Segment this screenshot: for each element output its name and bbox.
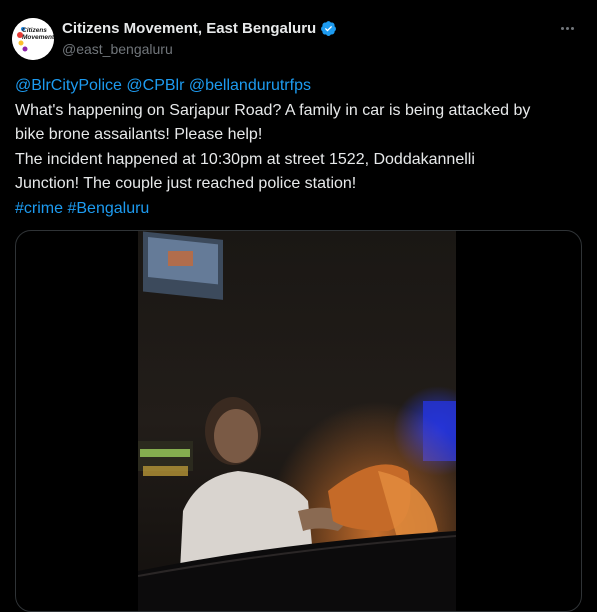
- text-line: bike brone assailants! Please help!: [15, 126, 263, 143]
- tweet-header: Citizens Movement Citizens Movement, Eas…: [12, 14, 587, 64]
- mention-link[interactable]: @CPBlr: [126, 77, 184, 94]
- name-row: Citizens Movement, East Bengaluru: [62, 20, 337, 37]
- text-line: The incident happened at 10:30pm at stre…: [15, 150, 475, 168]
- tweet-text: @BlrCityPolice @CPBlr @bellandurutrfps W…: [15, 74, 590, 221]
- avatar[interactable]: Citizens Movement: [12, 18, 54, 60]
- media-container[interactable]: [15, 230, 582, 612]
- display-name[interactable]: Citizens Movement, East Bengaluru: [62, 20, 316, 37]
- mention-link[interactable]: @bellandurutrfps: [189, 77, 311, 94]
- tweet-card: Citizens Movement Citizens Movement, Eas…: [0, 0, 597, 612]
- video-thumbnail[interactable]: [138, 231, 456, 611]
- avatar-text: Citizens Movement: [22, 27, 54, 41]
- video-scene-image: [138, 231, 456, 611]
- hashtags-line: #crime #Bengaluru: [15, 197, 590, 222]
- verified-badge-icon[interactable]: [320, 20, 337, 37]
- mentions-line: @BlrCityPolice @CPBlr @bellandurutrfps: [15, 74, 590, 99]
- hashtag-link[interactable]: #crime: [15, 200, 63, 217]
- text-line: Junction! The couple just reached police…: [15, 175, 357, 192]
- more-options-icon[interactable]: [557, 20, 577, 36]
- mention-link[interactable]: @BlrCityPolice: [15, 77, 122, 94]
- handle[interactable]: @east_bengaluru: [62, 41, 173, 57]
- text-line: What's happening on Sarjapur Road? A fam…: [15, 101, 531, 119]
- hashtag-link[interactable]: #Bengaluru: [67, 200, 149, 217]
